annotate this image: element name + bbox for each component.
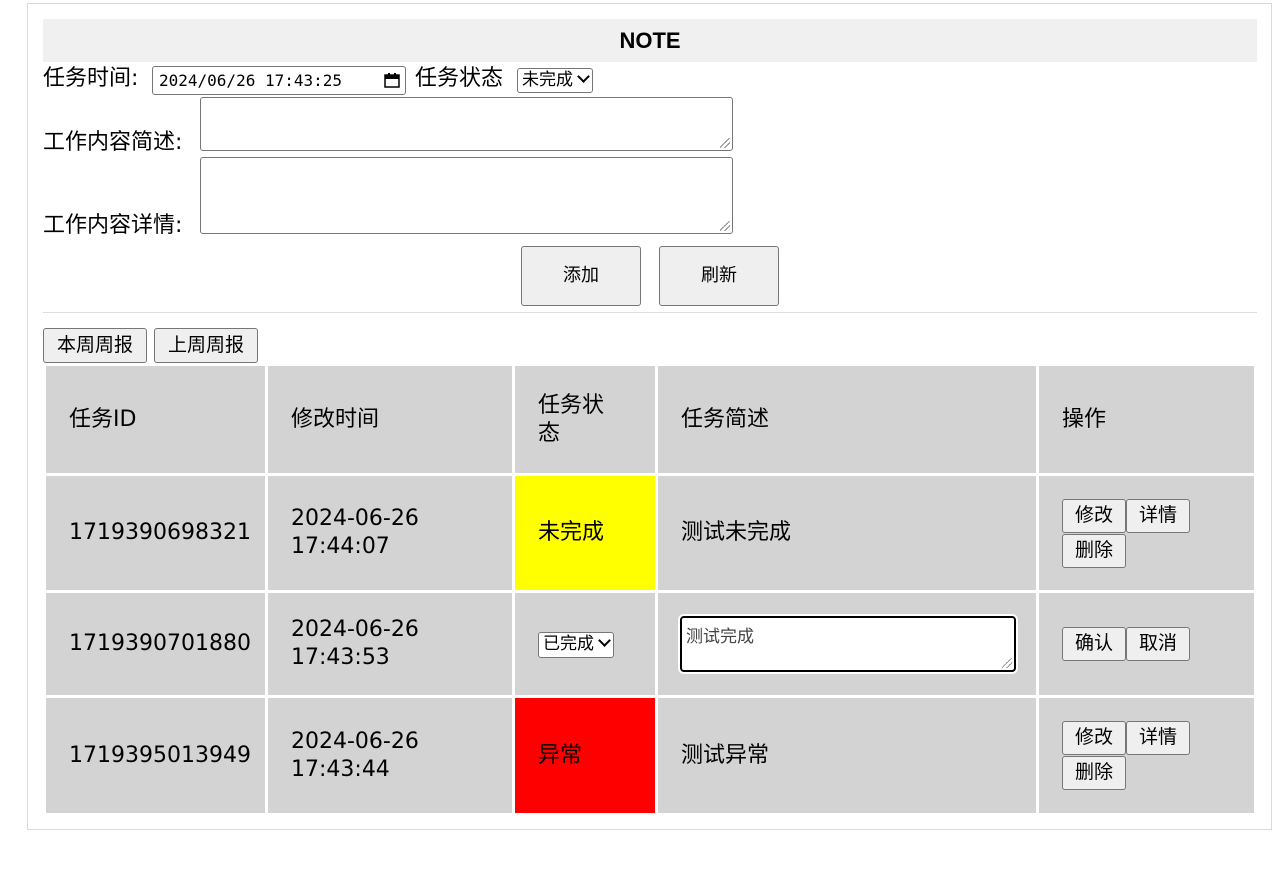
header-actions: 操作 xyxy=(1039,366,1254,473)
status-badge: 未完成 xyxy=(538,520,605,545)
task-id: 1719395013949 xyxy=(69,742,251,768)
chevron-down-icon xyxy=(598,634,611,647)
task-id: 1719390701880 xyxy=(69,631,251,656)
calendar-icon[interactable] xyxy=(384,73,400,88)
table-row-3-time: 2024-06-26 17:43:44 xyxy=(268,698,512,813)
last-week-report-button[interactable]: 上周周报 xyxy=(154,328,258,363)
status-badge: 异常 xyxy=(538,742,583,768)
table-row-3-id: 1719395013949 xyxy=(46,698,265,813)
task-summary: 测试异常 xyxy=(681,742,770,768)
resize-handle-icon[interactable] xyxy=(720,138,730,148)
modified-date: 2024-06-26 xyxy=(291,728,419,754)
table-row-1-summary: 测试未完成 xyxy=(658,476,1036,590)
resize-handle-icon[interactable] xyxy=(1002,658,1012,668)
table-row-3-status: 异常 xyxy=(515,698,655,813)
chevron-down-icon xyxy=(577,70,590,83)
table-row-1-actions xyxy=(1039,476,1254,590)
task-id: 1719390698321 xyxy=(69,520,251,545)
header-task-id: 任务ID xyxy=(46,366,265,473)
header-label: 修改时间 xyxy=(291,406,380,432)
edit-button[interactable]: 修改 xyxy=(1062,721,1126,755)
row-status-select[interactable]: 已完成 xyxy=(538,632,614,658)
edit-button[interactable]: 修改 xyxy=(1062,499,1126,533)
modified-date: 2024-06-26 xyxy=(291,617,419,642)
note-panel: NOTE 任务时间: 2024/06/26 17:43:25 任务状态 未完成 … xyxy=(27,3,1272,830)
header-label: 任务状态 xyxy=(538,392,605,446)
summary-edit-value: 测试完成 xyxy=(686,627,754,647)
task-time-input[interactable]: 2024/06/26 17:43:25 xyxy=(152,66,406,95)
cancel-button[interactable]: 取消 xyxy=(1126,627,1190,661)
task-status-label: 任务状态 xyxy=(415,66,504,91)
details-button[interactable]: 详情 xyxy=(1126,721,1190,755)
summary-edit-textarea[interactable]: 测试完成 xyxy=(680,616,1016,672)
modified-date: 2024-06-26 xyxy=(291,506,419,531)
delete-button[interactable]: 删除 xyxy=(1062,534,1126,568)
table-row-1-id: 1719390698321 xyxy=(46,476,265,590)
details-button[interactable]: 详情 xyxy=(1126,499,1190,533)
resize-handle-icon[interactable] xyxy=(720,221,730,231)
table-row-2-time: 2024-06-26 17:43:53 xyxy=(268,593,512,695)
task-summary: 测试未完成 xyxy=(681,520,792,545)
header-label: 任务ID xyxy=(69,406,137,432)
table-row-3-summary: 测试异常 xyxy=(658,698,1036,813)
divider xyxy=(43,312,1257,313)
task-status-value: 未完成 xyxy=(522,70,573,90)
table-row-1-time: 2024-06-26 17:44:07 xyxy=(268,476,512,590)
modified-time: 17:43:44 xyxy=(291,756,390,782)
modified-time: 17:44:07 xyxy=(291,534,390,559)
summary-label: 工作内容简述: xyxy=(43,130,183,155)
task-time-label: 任务时间: xyxy=(43,66,139,91)
header-task-summary: 任务简述 xyxy=(658,366,1036,473)
table-row-2-id: 1719390701880 xyxy=(46,593,265,695)
task-time-value: 2024/06/26 17:43:25 xyxy=(159,71,343,90)
detail-textarea[interactable] xyxy=(200,157,733,234)
summary-textarea[interactable] xyxy=(200,97,733,151)
modified-time: 17:43:53 xyxy=(291,645,390,670)
header-label: 操作 xyxy=(1062,406,1107,432)
detail-label: 工作内容详情: xyxy=(43,213,183,238)
task-status-select[interactable]: 未完成 xyxy=(517,68,593,93)
table-row-1-status: 未完成 xyxy=(515,476,655,590)
row-status-value: 已完成 xyxy=(543,634,594,654)
page-title: NOTE xyxy=(43,19,1257,62)
delete-button[interactable]: 删除 xyxy=(1062,756,1126,790)
header-label: 任务简述 xyxy=(681,406,770,432)
add-button[interactable]: 添加 xyxy=(521,246,641,306)
header-task-status: 任务状态 xyxy=(515,366,655,473)
confirm-button[interactable]: 确认 xyxy=(1062,627,1126,661)
header-modified-time: 修改时间 xyxy=(268,366,512,473)
this-week-report-button[interactable]: 本周周报 xyxy=(43,328,147,363)
refresh-button[interactable]: 刷新 xyxy=(659,246,779,306)
